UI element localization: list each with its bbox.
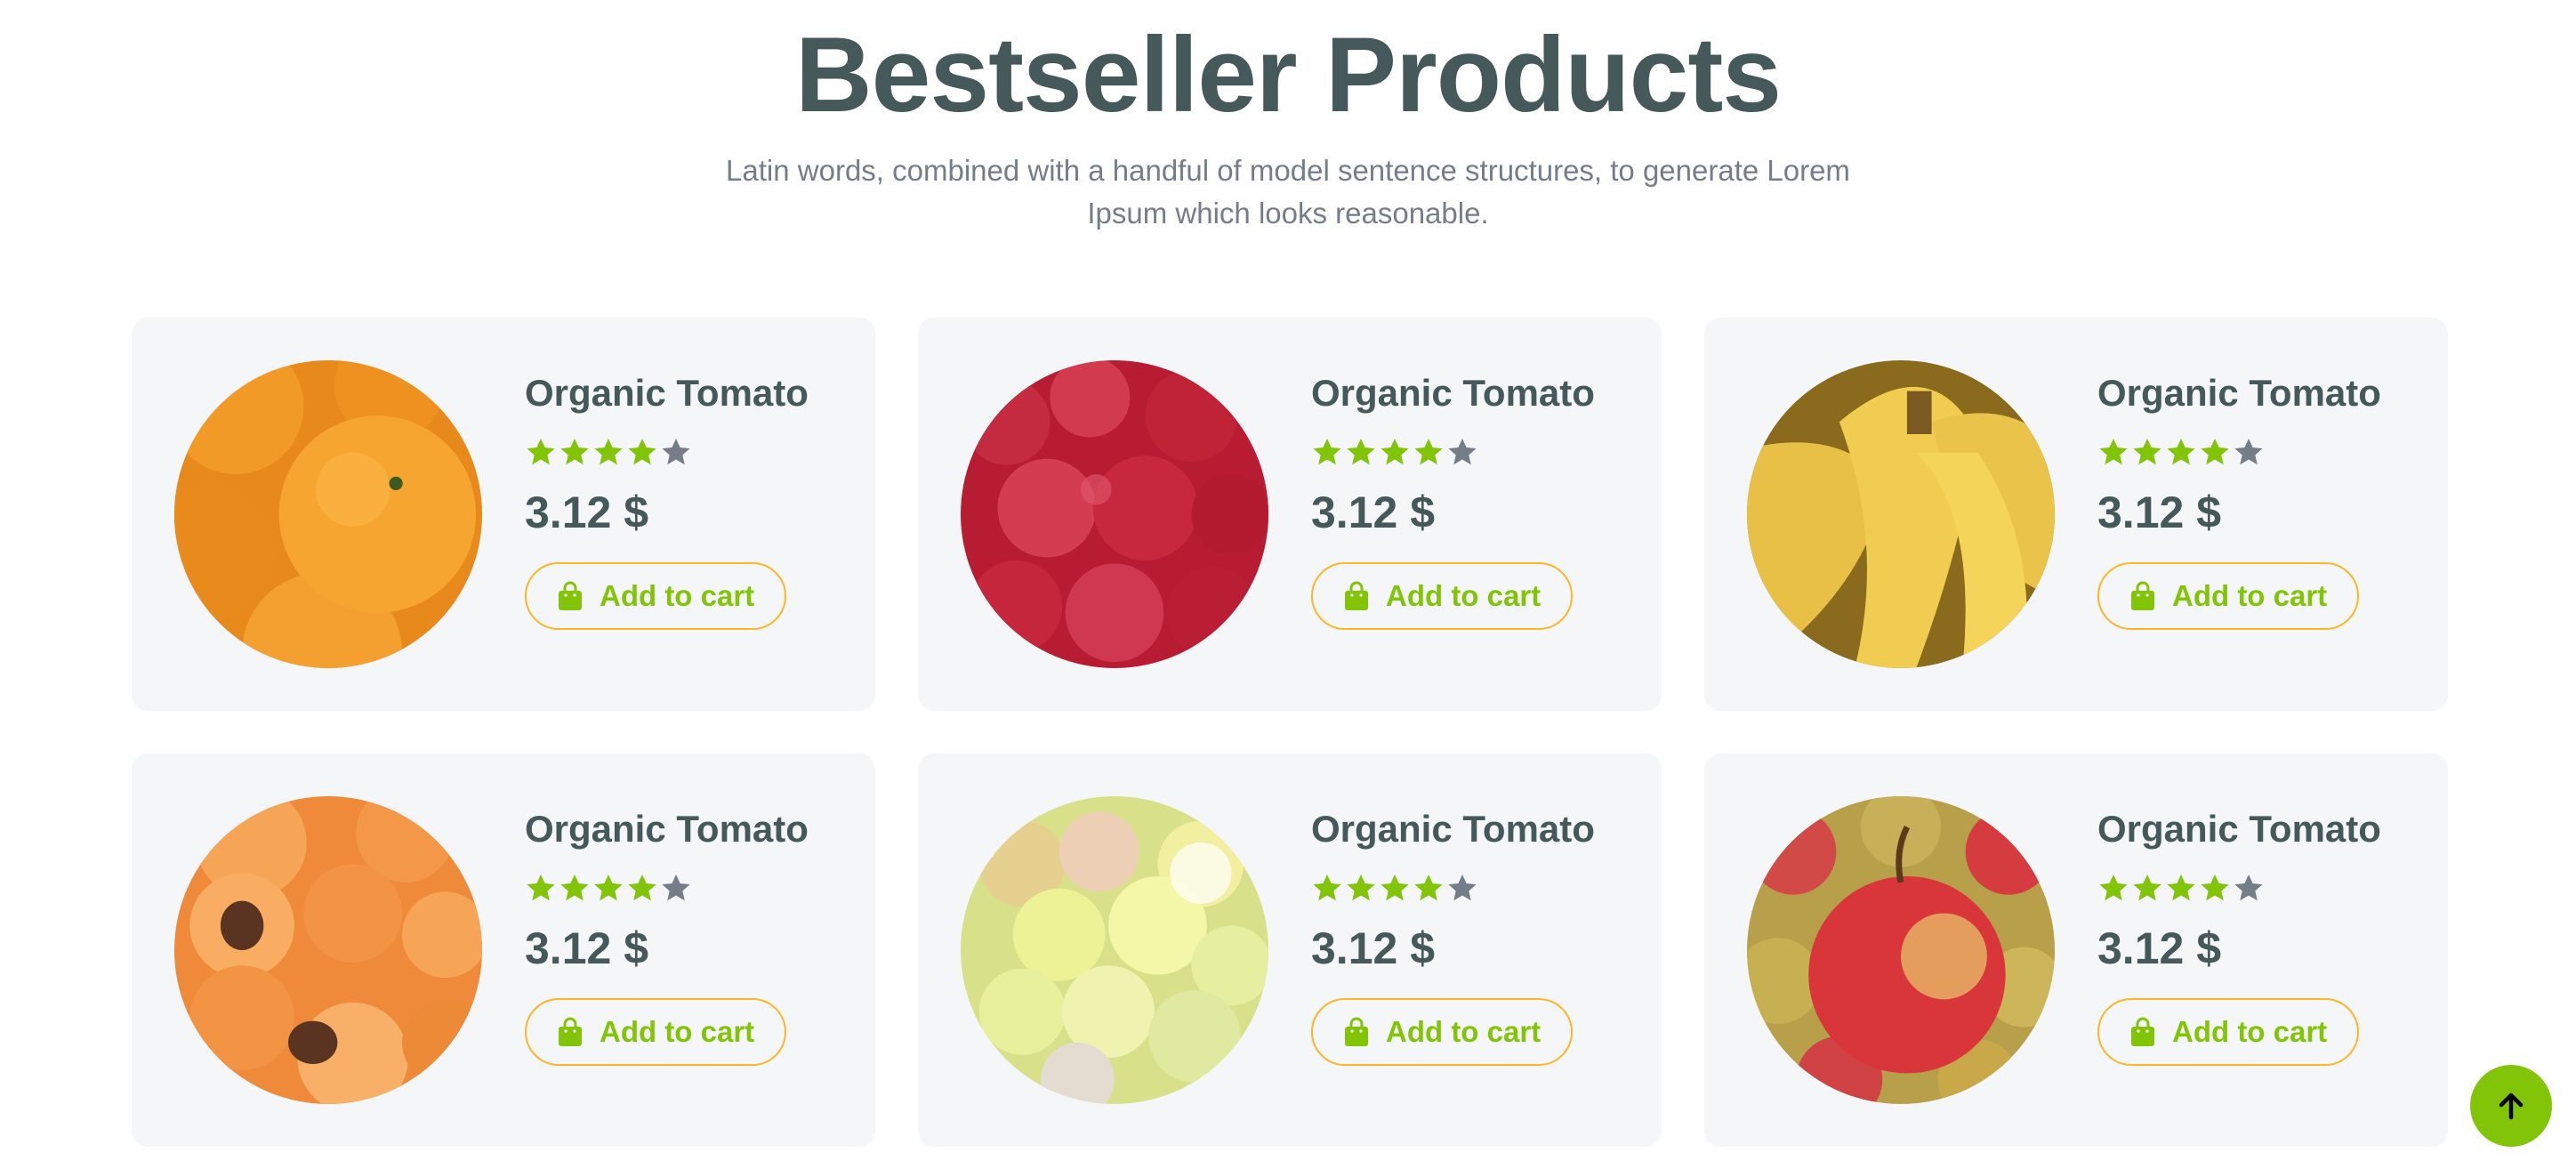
product-image[interactable] <box>961 360 1268 668</box>
product-image[interactable] <box>174 360 482 668</box>
shopping-bag-icon <box>559 581 582 611</box>
star-icon <box>560 875 589 901</box>
add-to-cart-label: Add to cart <box>2172 579 2328 613</box>
product-price: 3.12 $ <box>1311 488 1436 538</box>
rating-stars <box>1311 435 1595 469</box>
product-image[interactable] <box>174 796 482 1104</box>
shopping-bag-icon <box>559 1017 582 1047</box>
product-grid: Organic Tomato 3.12 $ Add to cart Organi… <box>132 318 2448 1147</box>
star-icon <box>1347 439 1375 465</box>
star-icon <box>662 439 690 465</box>
add-to-cart-label: Add to cart <box>1386 579 1542 613</box>
star-icon <box>2234 439 2263 465</box>
shopping-bag-icon <box>2131 581 2154 611</box>
star-icon <box>560 439 589 465</box>
rating-stars <box>2097 435 2381 469</box>
star-icon <box>1313 439 1341 465</box>
product-card: Organic Tomato 3.12 $ Add to cart <box>1704 318 2448 711</box>
add-to-cart-button[interactable]: Add to cart <box>525 562 787 631</box>
product-name[interactable]: Organic Tomato <box>1311 371 1595 415</box>
rating-stars <box>525 871 809 905</box>
add-to-cart-button[interactable]: Add to cart <box>2097 998 2360 1067</box>
star-icon <box>2099 875 2128 901</box>
product-image[interactable] <box>961 796 1268 1104</box>
star-icon <box>594 875 623 901</box>
product-card: Organic Tomato 3.12 $ Add to cart <box>132 318 875 711</box>
star-icon <box>1414 875 1443 901</box>
product-name[interactable]: Organic Tomato <box>2097 371 2381 415</box>
add-to-cart-button[interactable]: Add to cart <box>2097 562 2360 631</box>
add-to-cart-button[interactable]: Add to cart <box>525 998 787 1067</box>
star-icon <box>1448 875 1477 901</box>
star-icon <box>628 439 656 465</box>
product-name[interactable]: Organic Tomato <box>1311 807 1595 851</box>
star-icon <box>1414 439 1443 465</box>
star-icon <box>2133 875 2161 901</box>
rating-stars <box>525 435 809 469</box>
product-price: 3.12 $ <box>2097 923 2222 974</box>
star-icon <box>1313 875 1341 901</box>
star-icon <box>1347 875 1375 901</box>
star-icon <box>1448 439 1477 465</box>
product-price: 3.12 $ <box>1311 923 1436 974</box>
add-to-cart-label: Add to cart <box>600 579 755 613</box>
star-icon <box>2099 439 2128 465</box>
add-to-cart-button[interactable]: Add to cart <box>1311 998 1574 1067</box>
star-icon <box>1381 875 1409 901</box>
product-image[interactable] <box>1747 360 2055 668</box>
back-to-top-button[interactable] <box>2470 1065 2552 1147</box>
add-to-cart-button[interactable]: Add to cart <box>1311 562 1574 631</box>
product-name[interactable]: Organic Tomato <box>525 371 809 415</box>
product-card: Organic Tomato 3.12 $ Add to cart <box>132 754 875 1147</box>
star-icon <box>594 439 623 465</box>
product-card: Organic Tomato 3.12 $ Add to cart <box>918 318 1662 711</box>
product-name[interactable]: Organic Tomato <box>525 807 809 851</box>
add-to-cart-label: Add to cart <box>1386 1015 1542 1049</box>
rating-stars <box>1311 871 1595 905</box>
product-price: 3.12 $ <box>2097 488 2222 538</box>
product-card: Organic Tomato 3.12 $ Add to cart <box>1704 754 2448 1147</box>
product-price: 3.12 $ <box>525 488 649 538</box>
product-image[interactable] <box>1747 796 2055 1104</box>
star-icon <box>527 875 555 901</box>
star-icon <box>2167 875 2195 901</box>
star-icon <box>662 875 690 901</box>
shopping-bag-icon <box>2131 1017 2154 1047</box>
star-icon <box>2201 875 2229 901</box>
star-icon <box>2234 875 2263 901</box>
section-subtitle: Latin words, combined with a handful of … <box>726 154 1850 230</box>
star-icon <box>1381 439 1409 465</box>
add-to-cart-label: Add to cart <box>600 1015 755 1049</box>
star-icon <box>2167 439 2195 465</box>
rating-stars <box>2097 871 2381 905</box>
star-icon <box>2133 439 2161 465</box>
section-title: Bestseller Products <box>794 15 1782 134</box>
shopping-bag-icon <box>1345 581 1368 611</box>
product-price: 3.12 $ <box>525 923 649 974</box>
product-card: Organic Tomato 3.12 $ Add to cart <box>918 754 1662 1147</box>
star-icon <box>527 439 555 465</box>
star-icon <box>628 875 656 901</box>
add-to-cart-label: Add to cart <box>2172 1015 2328 1049</box>
product-name[interactable]: Organic Tomato <box>2097 807 2381 851</box>
star-icon <box>2201 439 2229 465</box>
arrow-up-icon <box>2499 1092 2524 1120</box>
shopping-bag-icon <box>1345 1017 1368 1047</box>
